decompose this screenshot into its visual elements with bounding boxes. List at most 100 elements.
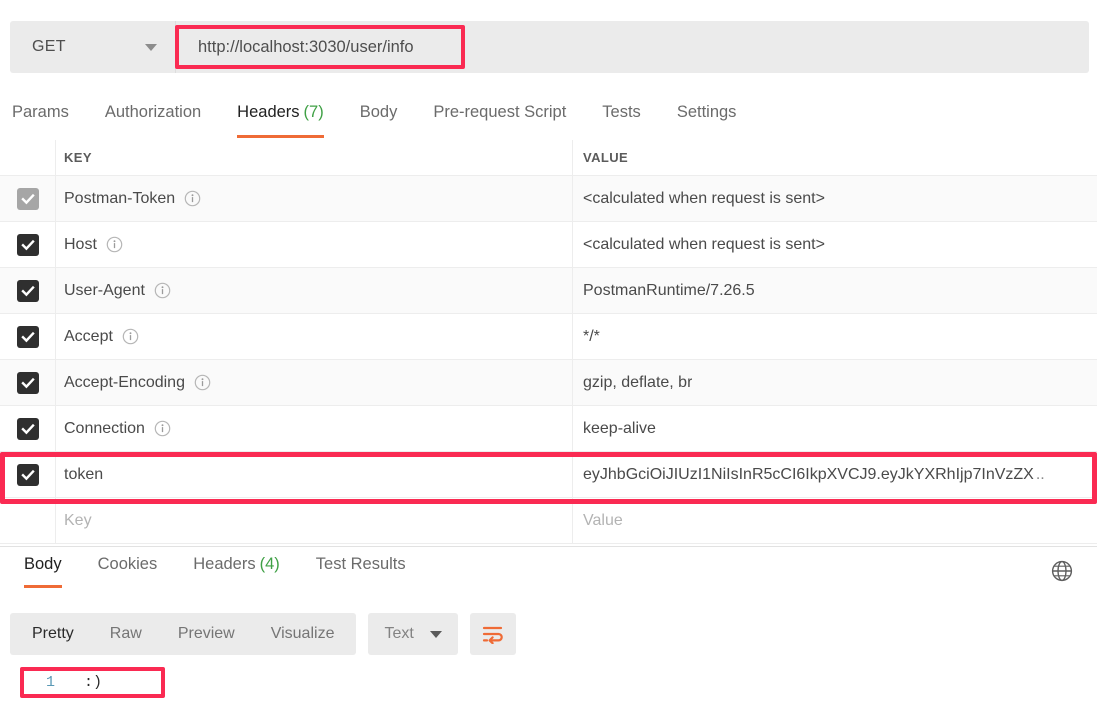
row-checkbox[interactable] xyxy=(16,417,39,440)
row-checkbox[interactable] xyxy=(16,371,39,394)
tab-settings[interactable]: Settings xyxy=(677,100,737,138)
header-value-text: keep-alive xyxy=(583,419,656,437)
info-icon[interactable] xyxy=(154,420,171,437)
header-value-cell[interactable]: keep-alive xyxy=(573,406,1097,451)
body-view-raw[interactable]: Raw xyxy=(92,613,160,655)
tab-body[interactable]: Body xyxy=(360,100,398,138)
response-tab-test-results[interactable]: Test Results xyxy=(316,552,406,588)
tab-authorization[interactable]: Authorization xyxy=(105,100,201,138)
table-row[interactable]: User-Agent PostmanRuntime/7.26.5 xyxy=(0,268,1097,314)
header-value-cell[interactable]: <calculated when request is sent> xyxy=(573,176,1097,221)
table-row[interactable]: Postman-Token <calculated when request i… xyxy=(0,176,1097,222)
table-row[interactable]: Host <calculated when request is sent> xyxy=(0,222,1097,268)
row-checkbox-cell xyxy=(0,268,55,313)
request-tabs: Params Authorization Headers (7) Body Pre… xyxy=(0,100,1097,142)
tab-params[interactable]: Params xyxy=(12,100,69,138)
line-content: :) xyxy=(84,674,103,691)
tab-pre-request-script[interactable]: Pre-request Script xyxy=(433,100,566,138)
word-wrap-button[interactable] xyxy=(469,613,516,655)
header-key-cell[interactable]: Host xyxy=(55,222,573,267)
body-format-dropdown[interactable]: Text xyxy=(368,613,458,655)
table-row[interactable]: Accept-Encoding gzip, deflate, br xyxy=(0,360,1097,406)
http-method-dropdown[interactable]: GET xyxy=(10,21,176,73)
body-view-raw-label: Raw xyxy=(109,625,142,642)
tab-pre-request-script-label: Pre-request Script xyxy=(433,103,567,121)
info-icon[interactable] xyxy=(194,374,211,391)
header-value-cell[interactable]: eyJhbGciOiJIUzI1NiIsInR5cCI6IkpXVCJ9.eyJ… xyxy=(573,452,1097,497)
header-key-cell[interactable]: Accept xyxy=(55,314,573,359)
new-value-input[interactable]: Value xyxy=(573,498,1097,543)
response-tab-headers[interactable]: Headers (4) xyxy=(193,552,280,588)
tab-authorization-label: Authorization xyxy=(104,103,202,121)
header-key-cell[interactable]: token xyxy=(55,452,573,497)
response-tabs: Body Cookies Headers (4) Test Results xyxy=(0,552,1097,596)
header-key-text: Host xyxy=(64,235,97,253)
response-tab-body[interactable]: Body xyxy=(24,552,62,588)
tab-tests[interactable]: Tests xyxy=(602,100,641,138)
header-key-text: User-Agent xyxy=(64,281,145,299)
url-value: http://localhost:3030/user/info xyxy=(198,37,414,56)
header-key-cell[interactable]: User-Agent xyxy=(55,268,573,313)
header-value-cell[interactable]: gzip, deflate, br xyxy=(573,360,1097,405)
info-icon[interactable] xyxy=(106,236,123,253)
row-checkbox-cell xyxy=(0,176,55,221)
header-value-cell[interactable]: PostmanRuntime/7.26.5 xyxy=(573,268,1097,313)
line-number: 1 xyxy=(46,674,56,691)
row-checkbox-cell xyxy=(0,452,55,497)
response-body-code[interactable]: 1 :) xyxy=(0,668,1097,728)
tab-tests-label: Tests xyxy=(602,103,641,121)
response-body-toolbar: Pretty Raw Preview Visualize Text xyxy=(10,613,516,655)
response-tab-headers-label: Headers xyxy=(193,555,256,573)
header-key-text: token xyxy=(64,465,104,483)
body-format-label: Text xyxy=(384,625,414,642)
tab-settings-label: Settings xyxy=(676,103,737,121)
table-row[interactable]: Connection keep-alive xyxy=(0,406,1097,452)
body-view-preview[interactable]: Preview xyxy=(160,613,253,655)
tab-body-label: Body xyxy=(359,103,398,121)
response-tab-test-results-label: Test Results xyxy=(315,555,406,573)
header-key-cell[interactable]: Postman-Token xyxy=(55,176,573,221)
response-tab-cookies[interactable]: Cookies xyxy=(98,552,158,588)
tab-headers[interactable]: Headers (7) xyxy=(237,100,324,138)
row-checkbox-cell xyxy=(0,222,55,267)
table-row-token[interactable]: token eyJhbGciOiJIUzI1NiIsInR5cCI6IkpXVC… xyxy=(0,452,1097,498)
body-view-pretty[interactable]: Pretty xyxy=(14,613,92,655)
column-header-key: KEY xyxy=(55,140,573,175)
header-checkbox-cell xyxy=(0,140,55,175)
word-wrap-icon xyxy=(482,624,504,644)
header-value-text: gzip, deflate, br xyxy=(583,373,693,391)
info-icon[interactable] xyxy=(184,190,201,207)
row-checkbox[interactable] xyxy=(16,279,39,302)
header-value-text: eyJhbGciOiJIUzI1NiIsInR5cCI6IkpXVCJ9.eyJ… xyxy=(583,465,1034,483)
header-key-cell[interactable]: Accept-Encoding xyxy=(55,360,573,405)
header-value-text: <calculated when request is sent> xyxy=(583,235,825,253)
table-row[interactable]: Accept */* xyxy=(0,314,1097,360)
header-value-cell[interactable]: <calculated when request is sent> xyxy=(573,222,1097,267)
row-checkbox[interactable] xyxy=(16,187,39,210)
table-header-row: KEY VALUE xyxy=(0,140,1097,176)
url-input[interactable]: http://localhost:3030/user/info xyxy=(176,21,1089,73)
header-value-cell[interactable]: */* xyxy=(573,314,1097,359)
globe-icon[interactable] xyxy=(1049,558,1075,584)
header-key-text: Connection xyxy=(64,419,145,437)
body-view-preview-label: Preview xyxy=(177,625,235,642)
column-header-value: VALUE xyxy=(583,150,629,165)
header-key-cell[interactable]: Connection xyxy=(55,406,573,451)
row-checkbox[interactable] xyxy=(16,325,39,348)
row-checkbox[interactable] xyxy=(16,233,39,256)
body-view-visualize[interactable]: Visualize xyxy=(253,613,353,655)
header-value-text: PostmanRuntime/7.26.5 xyxy=(583,281,755,299)
response-divider xyxy=(0,546,1097,547)
info-icon[interactable] xyxy=(122,328,139,345)
tab-params-label: Params xyxy=(12,103,69,121)
table-row-new[interactable]: Key Value xyxy=(0,498,1097,544)
http-method-label: GET xyxy=(32,38,66,55)
info-icon[interactable] xyxy=(154,282,171,299)
body-view-pretty-label: Pretty xyxy=(32,625,74,642)
body-view-switcher: Pretty Raw Preview Visualize xyxy=(10,613,357,655)
response-tab-headers-count: (4) xyxy=(259,555,280,573)
row-checkbox[interactable] xyxy=(16,463,39,486)
request-url-bar: GET http://localhost:3030/user/info xyxy=(10,21,1089,73)
new-key-input[interactable]: Key xyxy=(55,498,573,543)
header-key-text: Accept-Encoding xyxy=(64,373,185,391)
